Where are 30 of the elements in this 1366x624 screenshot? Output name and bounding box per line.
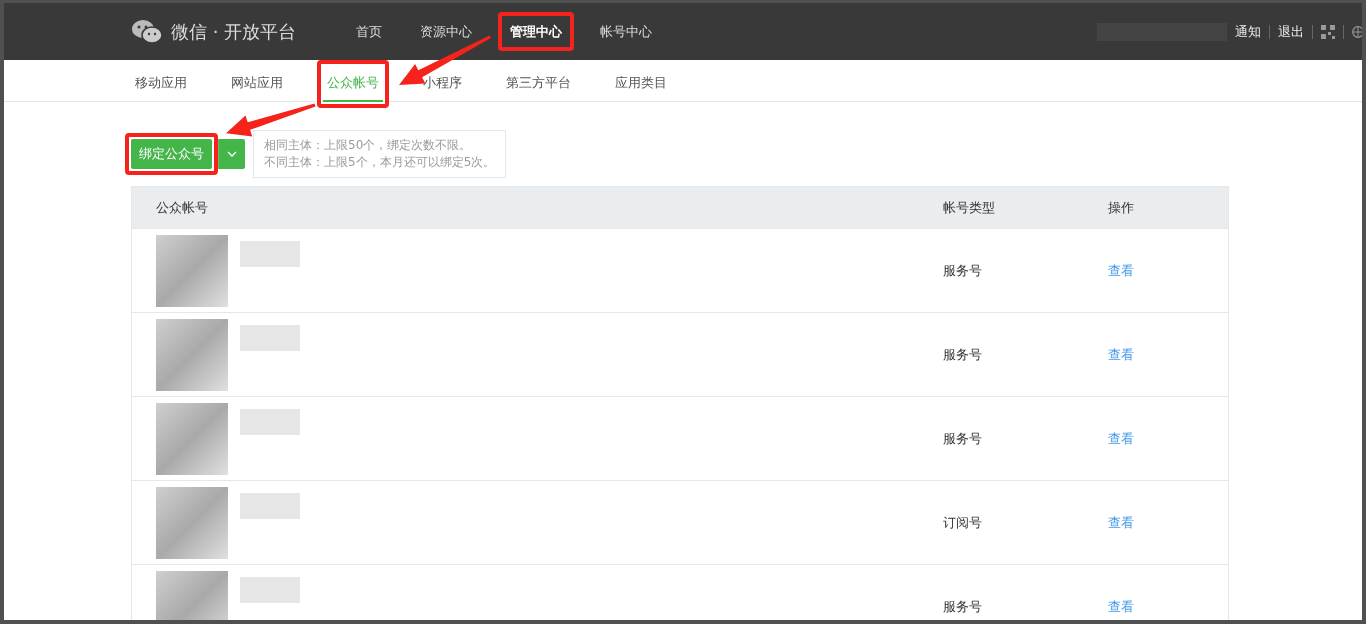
site-title: 微信 · 开放平台 (171, 20, 297, 44)
column-header: 操作 (1108, 199, 1134, 215)
header-link[interactable]: 退出 (1278, 21, 1304, 42)
blurred-name (240, 408, 300, 435)
globe-icon[interactable] (1352, 25, 1362, 38)
blurred-name (240, 576, 300, 603)
qr-code-icon[interactable] (1321, 24, 1335, 39)
nav-tab[interactable]: 资源中心 (414, 17, 479, 46)
chat-bubbles-icon (131, 18, 163, 45)
column-header: 帐号类型 (943, 199, 995, 215)
blurred-name (240, 492, 300, 519)
nav-tab[interactable]: 管理中心 (504, 17, 569, 46)
blurred-name (240, 324, 300, 351)
header-link[interactable]: 通知 (1235, 21, 1261, 42)
account-type: 服务号 (943, 262, 982, 278)
nav-tab[interactable]: 首页 (350, 17, 389, 46)
blurred-name (240, 240, 300, 267)
chevron-down-icon (227, 151, 237, 157)
sub-nav-tab[interactable]: 网站应用 (227, 66, 287, 102)
binding-hint: 相同主体：上限50个，绑定次数不限。 不同主体：上限5个，本月还可以绑定5次。 (253, 130, 507, 178)
account-type: 服务号 (943, 430, 982, 446)
sub-nav-tab[interactable]: 移动应用 (131, 66, 191, 102)
sub-nav-tab[interactable]: 小程序 (419, 66, 466, 102)
account-type: 订阅号 (943, 514, 982, 530)
sub-nav-tab[interactable]: 应用类目 (611, 66, 671, 102)
nav-tab[interactable]: 帐号中心 (594, 17, 659, 46)
account-type: 服务号 (943, 346, 982, 362)
account-type: 服务号 (943, 598, 982, 614)
sub-nav-tab[interactable]: 第三方平台 (502, 66, 575, 102)
column-header: 公众帐号 (156, 199, 208, 215)
